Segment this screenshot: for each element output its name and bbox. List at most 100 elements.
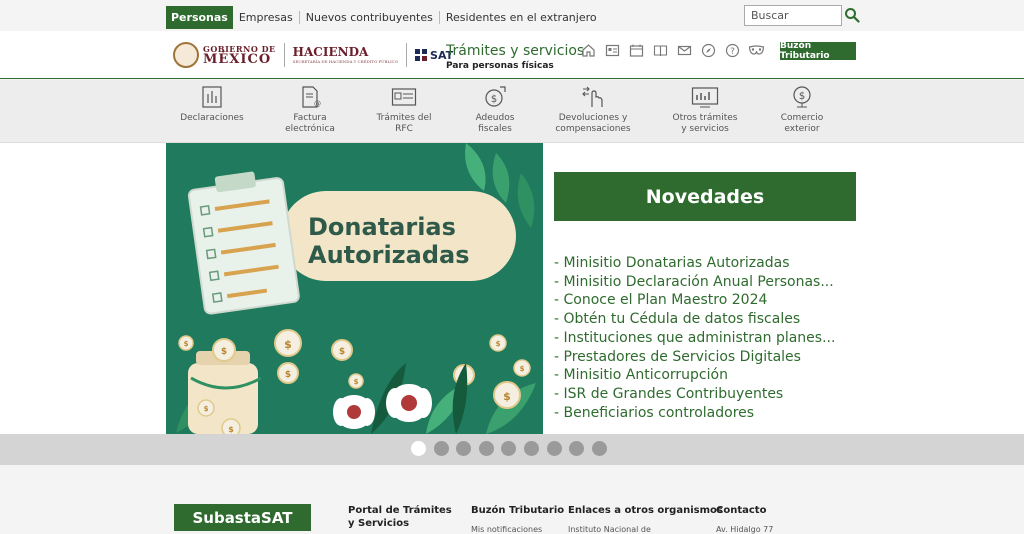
- nav-label-line1: Adeudos: [475, 113, 515, 123]
- tab-empresas[interactable]: Empresas: [233, 6, 299, 29]
- footer-link[interactable]: Mis notificaciones: [471, 525, 542, 534]
- carousel-dot[interactable]: [501, 441, 517, 456]
- page-subtitle: Para personas físicas: [446, 61, 554, 71]
- tab-personas[interactable]: Personas: [166, 6, 233, 29]
- tab-nuevos-contribuyentes[interactable]: Nuevos contribuyentes: [300, 6, 439, 29]
- footer-col-contacto[interactable]: Contacto: [716, 504, 766, 517]
- banner-title-line1: Donatarias: [308, 213, 456, 241]
- nav-label-line1: Devoluciones y: [558, 113, 628, 123]
- nav-item-factura[interactable]: @ Factura electrónica: [265, 85, 355, 135]
- coin-symbol: $: [284, 338, 292, 351]
- logo-divider: [406, 43, 408, 67]
- novedades-link[interactable]: - Prestadores de Servicios Digitales: [554, 348, 835, 367]
- novedades-link[interactable]: - Minisitio Donatarias Autorizadas: [554, 254, 835, 273]
- devoluciones-icon: [582, 86, 603, 107]
- calendar-icon[interactable]: [628, 42, 645, 59]
- audience-tabs: Personas Empresas Nuevos contribuyentes …: [166, 6, 603, 29]
- tab-residentes-extranjero[interactable]: Residentes en el extranjero: [440, 6, 603, 29]
- coin-symbol: $: [339, 347, 345, 357]
- carousel-dot[interactable]: [569, 441, 585, 456]
- search-input[interactable]: Buscar: [744, 5, 842, 26]
- novedades-link[interactable]: - Obtén tu Cédula de datos fiscales: [554, 310, 835, 329]
- nav-label-line1: Declaraciones: [180, 113, 244, 123]
- carousel-dot[interactable]: [478, 441, 494, 456]
- nav-item-devoluciones[interactable]: Devoluciones y compensaciones: [548, 85, 638, 135]
- top-bar: Personas Empresas Nuevos contribuyentes …: [0, 0, 1024, 31]
- nav-item-comercio[interactable]: $ Comercio exterior: [757, 85, 847, 135]
- nav-label-line2: RFC: [395, 124, 413, 134]
- carousel-dot[interactable]: [433, 441, 449, 456]
- novedades-link[interactable]: - Beneficiarios controladores: [554, 404, 835, 423]
- mail-icon[interactable]: [676, 42, 693, 59]
- subastasat-button[interactable]: SubastaSAT: [174, 504, 311, 531]
- coin-symbol: $: [520, 365, 525, 373]
- novedades-link[interactable]: - Minisitio Declaración Anual Personas..…: [554, 273, 835, 292]
- nav-label-line2: fiscales: [478, 124, 512, 134]
- home-icon[interactable]: [580, 42, 597, 59]
- nav-item-declaraciones[interactable]: Declaraciones: [167, 85, 257, 124]
- footer-col-buzon[interactable]: Buzón Tributario: [471, 504, 564, 517]
- nav-label-line1: Comercio: [780, 113, 824, 123]
- footer-col-title: Portal de Trámites: [348, 505, 452, 516]
- nav-label-line2: exterior: [784, 124, 820, 134]
- hacienda-subtext: SECRETARÍA DE HACIENDA Y CRÉDITO PÚBLICO: [292, 59, 399, 64]
- gobierno-line2: MÉXICO: [203, 51, 272, 67]
- svg-text:@: @: [314, 100, 321, 108]
- carousel-dot[interactable]: [591, 441, 607, 456]
- compass-icon[interactable]: [700, 42, 717, 59]
- coin-symbol: $: [496, 340, 501, 348]
- footer-col-enlaces[interactable]: Enlaces a otros organismos: [568, 504, 723, 517]
- book-icon[interactable]: [652, 42, 669, 59]
- novedades-title: Novedades: [554, 172, 856, 221]
- gobierno-seal-logo: [173, 42, 199, 68]
- site-header: GOBIERNO DE MÉXICO HACIENDA SECRETARÍA D…: [0, 31, 1024, 79]
- logo-area[interactable]: GOBIERNO DE MÉXICO HACIENDA SECRETARÍA D…: [173, 40, 453, 70]
- banner-title-line2: Autorizadas: [308, 241, 470, 269]
- rfc-icon: [391, 88, 417, 106]
- carousel-dot[interactable]: [411, 441, 426, 456]
- search-icon[interactable]: [844, 7, 860, 23]
- id-card-icon[interactable]: [604, 42, 621, 59]
- nav-label-line1: Trámites del: [376, 113, 432, 123]
- coin-symbol: $: [285, 370, 291, 380]
- otros-icon: [691, 87, 719, 108]
- footer: [0, 465, 1024, 531]
- novedades-link[interactable]: - Conoce el Plan Maestro 2024: [554, 291, 835, 310]
- comercio-icon: $: [793, 86, 811, 108]
- svg-text:?: ?: [730, 47, 735, 57]
- novedades-link[interactable]: - ISR de Grandes Contribuyentes: [554, 385, 835, 404]
- footer-link[interactable]: Av. Hidalgo 77: [716, 525, 773, 534]
- header-icons: ?: [580, 42, 772, 59]
- factura-icon: @: [302, 86, 321, 108]
- carousel-dot[interactable]: [523, 441, 539, 456]
- footer-col-portal[interactable]: Portal de Trámites y Servicios: [348, 504, 452, 530]
- nav-item-adeudos[interactable]: $ Adeudos fiscales: [450, 85, 540, 135]
- sat-mark-icon: [415, 49, 428, 61]
- hacienda-logo: HACIENDA SECRETARÍA DE HACIENDA Y CRÉDIT…: [293, 46, 398, 64]
- buzon-tributario-button[interactable]: Buzón Tributario: [780, 41, 856, 61]
- footer-link[interactable]: Instituto Nacional de: [568, 525, 651, 534]
- footer-col-title: y Servicios: [348, 518, 410, 529]
- novedades-link[interactable]: - Minisitio Anticorrupción: [554, 366, 835, 385]
- adeudos-icon: $: [485, 86, 506, 107]
- donatarias-banner[interactable]: Donatarias Autorizadas $ $ $ $ $ $ $ $ $…: [166, 143, 543, 434]
- category-nav: Declaraciones @ Factura electrónica Trám…: [0, 80, 1024, 143]
- nav-label-line1: Otros trámites: [672, 113, 738, 123]
- coin-symbol: $: [204, 405, 209, 413]
- svg-text:$: $: [799, 91, 805, 102]
- nav-label-line2: y servicios: [681, 124, 729, 134]
- coin-symbol: $: [354, 378, 359, 386]
- nav-label-line2: electrónica: [285, 124, 335, 134]
- nav-label-line1: Factura: [293, 113, 327, 123]
- coin-symbol: $: [221, 347, 227, 357]
- nav-item-otros[interactable]: Otros trámites y servicios: [660, 85, 750, 135]
- nav-item-rfc[interactable]: Trámites del RFC: [359, 85, 449, 135]
- carousel-dot[interactable]: [456, 441, 472, 456]
- carousel-dots: [411, 441, 614, 456]
- declaraciones-icon: [202, 86, 222, 108]
- nav-label-line2: compensaciones: [555, 124, 631, 134]
- help-icon[interactable]: ?: [724, 42, 741, 59]
- mask-icon[interactable]: [748, 42, 765, 59]
- novedades-link[interactable]: - Instituciones que administran planes..…: [554, 329, 835, 348]
- carousel-dot[interactable]: [546, 441, 562, 456]
